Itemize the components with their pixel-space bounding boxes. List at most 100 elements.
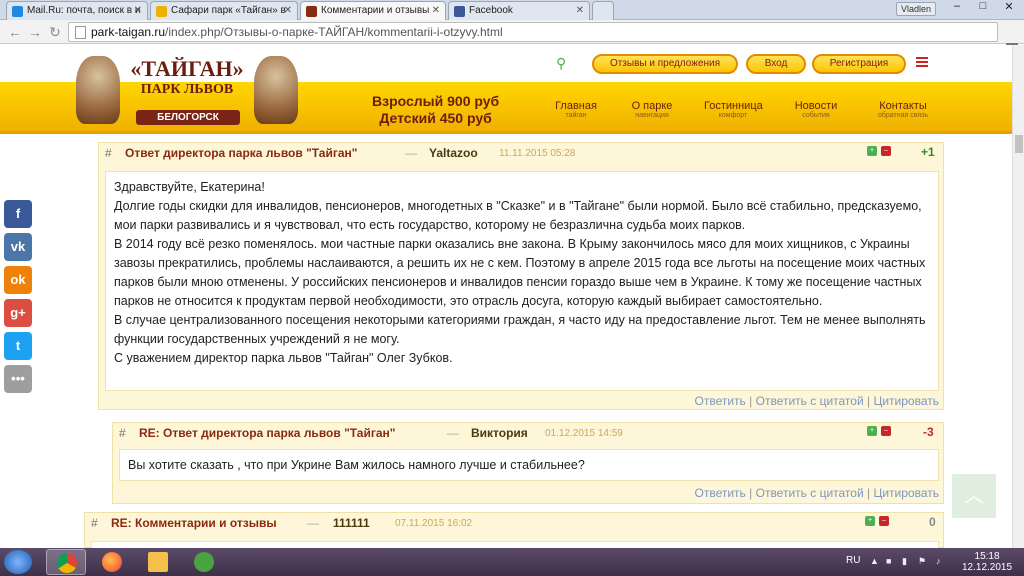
close-tab-icon[interactable]: ✕ [432,5,440,16]
scrollbar-thumb[interactable] [1015,135,1023,153]
comment-title[interactable]: RE: Комментарии и отзывы [111,516,277,530]
browser-tabstrip: Mail.Ru: почта, поиск в и ✕ Сафари парк … [0,0,1024,20]
comment-header: # Ответ директора парка львов "Тайган" —… [99,143,943,165]
comment-title[interactable]: Ответ директора парка львов "Тайган" [125,146,357,160]
vote-up-icon[interactable]: + [867,426,877,436]
vote-down-icon[interactable]: – [879,516,889,526]
comment-actions: Ответить | Ответить с цитатой | Цитирова… [695,486,940,500]
comment-anchor[interactable]: # [91,516,98,530]
price-adult: Взрослый 900 руб [372,93,500,109]
tab-comments[interactable]: Комментарии и отзывы ✕ [300,1,446,20]
facebook-icon[interactable]: f [4,200,32,228]
comment-paragraph: В 2014 году всё резко поменялось. мои ча… [114,237,926,308]
vote-up-icon[interactable]: + [865,516,875,526]
logo-city: БЕЛОГОРСК [136,110,240,125]
site-logo[interactable]: «ТАЙГАН» ПАРК ЛЬВОВ БЕЛОГОРСК [74,52,300,130]
tray-app-icon[interactable]: ■ [886,556,896,566]
windows-start-icon[interactable] [4,550,32,574]
comment-title[interactable]: RE: Ответ директора парка львов "Тайган" [139,426,395,440]
lion-right-icon [254,56,298,124]
page-icon [75,26,86,39]
nav-sublabel: обратная связь [877,112,929,119]
volume-icon[interactable]: ♪ [936,556,946,566]
reviews-button[interactable]: Отзывы и предложения [592,54,738,74]
close-tab-icon[interactable]: ✕ [284,5,292,16]
arrow-left-icon[interactable]: ← [6,23,24,41]
reply-with-quote-link[interactable]: Ответить с цитатой [756,486,864,500]
nav-hotel[interactable]: Гостинница комфорт [704,100,763,119]
vk-icon[interactable]: vk [4,233,32,261]
site-menu-icon[interactable] [916,57,928,69]
twitter-icon[interactable]: t [4,332,32,360]
minimize-icon[interactable]: – [944,0,970,17]
arrow-right-icon[interactable]: → [26,23,44,41]
search-icon[interactable]: ⚲ [556,55,566,72]
comment-anchor[interactable]: # [105,146,112,160]
explorer-folder-icon [148,552,168,572]
price-child: Детский 450 руб [379,110,492,126]
close-tab-icon[interactable]: ✕ [134,5,142,16]
network-icon[interactable]: ▮ [902,556,912,566]
nav-about[interactable]: О парке навигация [628,100,676,119]
nav-label: О парке [631,100,673,112]
scroll-to-top-button[interactable]: ︿ [952,474,996,518]
page-scrollbar[interactable] [1012,45,1024,548]
quote-link[interactable]: Цитировать [873,486,939,500]
nav-news[interactable]: Новости события [792,100,840,119]
tab-title: Facebook [469,5,513,16]
new-tab-button[interactable] [592,1,614,20]
nav-contacts[interactable]: Контакты обратная связь [868,100,938,119]
vote-down-icon[interactable]: – [881,146,891,156]
close-tab-icon[interactable]: ✕ [576,5,584,16]
logo-title: «ТАЙГАН» [130,56,244,81]
comment-body: Вы хотите сказать , что при Укрине Вам ж… [119,449,939,481]
comment-author[interactable]: Виктория [471,426,528,440]
nav-label: Новости [794,100,838,112]
clock-time: 15:18 [974,551,1000,562]
tab-title: Mail.Ru: почта, поиск в и [27,5,141,16]
maximize-icon[interactable]: □ [970,0,996,17]
quote-link[interactable]: Цитировать [873,394,939,408]
comment-anchor[interactable]: # [119,426,126,440]
browser-toolbar: ← → ↻ park-taigan.ru/index.php/Отзывы-о-… [0,20,1024,58]
reply-with-quote-link[interactable]: Ответить с цитатой [756,394,864,408]
action-center-icon[interactable]: ⚑ [918,556,928,566]
firefox-taskbar-button[interactable] [92,549,132,575]
comment-author[interactable]: 111111 [333,516,370,530]
chrome-taskbar-button[interactable] [46,549,86,575]
odnoklassniki-icon[interactable]: ok [4,266,32,294]
language-indicator[interactable]: RU [846,555,860,566]
register-button[interactable]: Регистрация [812,54,906,74]
close-window-icon[interactable]: ✕ [996,0,1022,17]
address-bar[interactable]: park-taigan.ru/index.php/Отзывы-о-парке-… [68,22,998,42]
reply-link[interactable]: Ответить [695,486,746,500]
comment-header: # RE: Ответ директора парка львов "Тайга… [113,423,943,445]
login-button[interactable]: Вход [746,54,806,74]
comment: # RE: Комментарии и отзывы — 111111 07.1… [84,512,944,549]
nav-home[interactable]: Главная тайган [554,100,598,119]
tab-safari-park[interactable]: Сафари парк «Тайган» в ✕ [150,1,298,20]
more-icon[interactable]: ••• [4,365,32,393]
vote-up-icon[interactable]: + [867,146,877,156]
utorrent-taskbar-button[interactable] [184,549,224,575]
reload-icon[interactable]: ↻ [46,23,64,41]
action-separator: | [867,394,871,408]
clock-date: 12.12.2015 [962,562,1013,573]
system-clock[interactable]: 15:18 12.12.2015 [962,551,1012,573]
comment-score: +1 [921,145,935,159]
explorer-taskbar-button[interactable] [138,549,178,575]
tab-mailru[interactable]: Mail.Ru: почта, поиск в и ✕ [6,1,148,20]
logo-subtitle: ПАРК ЛЬВОВ [140,82,234,97]
comment-date: 11.11.2015 05:28 [499,148,576,159]
tray-expand-icon[interactable]: ▲ [870,556,880,566]
utorrent-icon [194,552,214,572]
windows-taskbar: RU ▲ ■ ▮ ⚑ ♪ 15:18 12.12.2015 [0,548,1024,576]
reply-link[interactable]: Ответить [695,394,746,408]
url-host: park-taigan.ru [91,25,166,39]
googleplus-icon[interactable]: g+ [4,299,32,327]
vote-down-icon[interactable]: – [881,426,891,436]
tab-title: Комментарии и отзывы [321,5,430,16]
profile-badge[interactable]: Vladlen [895,2,936,16]
tab-facebook[interactable]: Facebook ✕ [448,1,590,20]
comment-author[interactable]: Yaltazoo [429,146,478,160]
